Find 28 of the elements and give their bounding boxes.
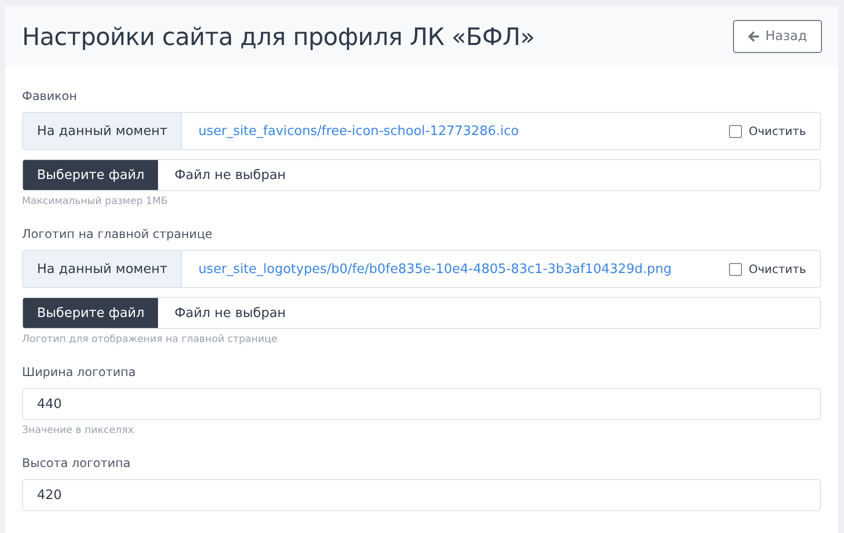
help-text: Значение в пикселях	[22, 425, 135, 436]
checkbox[interactable]	[728, 262, 742, 276]
clear-checkbox[interactable]: Очистить	[728, 124, 806, 138]
field-label: Высота логотипа	[22, 456, 132, 470]
choose-file-button[interactable]: Выберите файл	[23, 160, 158, 190]
page-title: Настройки сайта для профиля ЛК «БФЛ»	[22, 22, 535, 50]
file-input[interactable]: Выберите файл Файл не выбран	[22, 159, 821, 191]
field-label: Фавикон	[22, 89, 78, 103]
help-text: Логотип для отображения на главной странице	[22, 334, 278, 345]
current-label: На данный момент	[23, 251, 182, 287]
field-label: Ширина логотипа	[22, 365, 137, 379]
checkbox-label: Очистить	[748, 124, 806, 138]
file-link[interactable]: user_site_favicons/free-icon-school-12773286.ico	[198, 124, 519, 138]
field-label: Логотип на главной странице	[22, 227, 214, 241]
clear-checkbox[interactable]: Очистить	[728, 262, 806, 276]
checkbox-label: Очистить	[748, 262, 806, 276]
input-field[interactable]: 420	[22, 479, 821, 511]
arrow-left-icon	[748, 31, 760, 42]
file-status: Файл не выбран	[173, 166, 286, 184]
help-text: Максимальный размер 1МБ	[22, 196, 169, 207]
file-status: Файл не выбран	[173, 304, 286, 322]
choose-file-button[interactable]: Выберите файл	[23, 298, 158, 328]
file-link[interactable]: user_site_logotypes/b0/fe/b0fe835e-10e4-4805-83c1-3b3af104329d.png	[198, 262, 672, 276]
file-input[interactable]: Выберите файл Файл не выбран	[22, 297, 821, 329]
input-field[interactable]: 440	[22, 388, 821, 420]
current-label: На данный момент	[23, 113, 182, 149]
back-button[interactable]: Назад	[733, 20, 822, 53]
checkbox[interactable]	[728, 124, 742, 138]
